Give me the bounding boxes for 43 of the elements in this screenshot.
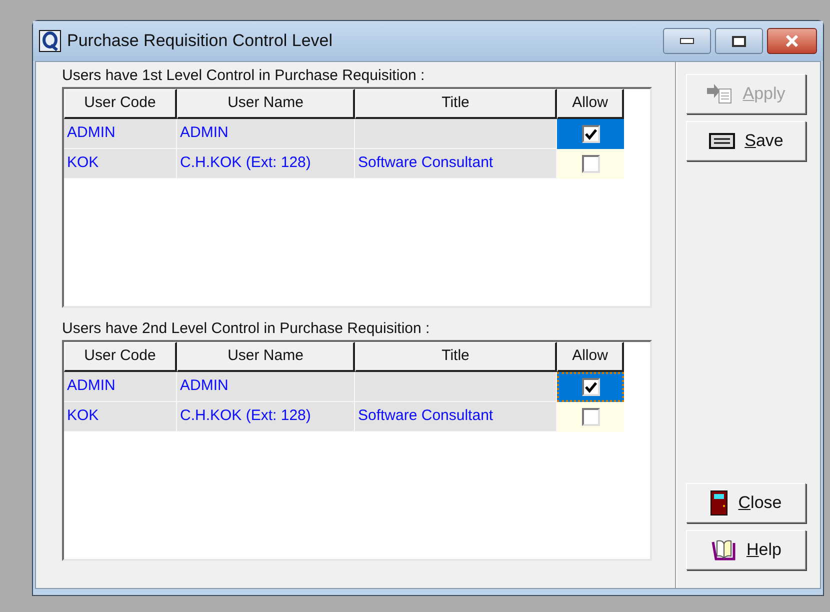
table-cell: ADMIN [64, 119, 177, 149]
save-button[interactable]: Save [686, 121, 806, 161]
checkbox[interactable] [582, 408, 600, 426]
table-cell: ADMIN [177, 119, 355, 149]
close-button[interactable]: Close [686, 483, 806, 523]
checkbox[interactable] [582, 125, 600, 143]
table-cell: ADMIN [64, 372, 177, 402]
app-logo-icon [39, 30, 61, 52]
checkbox[interactable] [582, 155, 600, 173]
book-icon [710, 539, 737, 561]
column-header[interactable]: Title [355, 342, 557, 372]
table-cell: KOK [64, 149, 177, 179]
minimize-button[interactable] [663, 28, 711, 54]
close-icon [785, 35, 799, 47]
allow-cell[interactable] [557, 402, 624, 432]
table-cell: KOK [64, 402, 177, 432]
table-cell: Software Consultant [355, 149, 557, 179]
door-icon [710, 490, 728, 516]
allow-cell[interactable] [557, 372, 624, 402]
maximize-button[interactable] [715, 28, 763, 54]
arrow-document-icon [706, 83, 733, 105]
maximize-icon [732, 36, 746, 46]
column-header[interactable]: User Name [177, 89, 355, 119]
column-header[interactable]: Title [355, 89, 557, 119]
column-header[interactable]: User Code [64, 342, 177, 372]
table-cell: C.H.KOK (Ext: 128) [177, 402, 355, 432]
minimize-icon [680, 38, 694, 44]
column-header[interactable]: User Code [64, 89, 177, 119]
table-cell: Software Consultant [355, 402, 557, 432]
column-header[interactable]: Allow [557, 342, 624, 372]
section-label: Users have 1st Level Control in Purchase Requisition : [62, 66, 426, 86]
table-cell: C.H.KOK (Ext: 128) [177, 149, 355, 179]
column-header[interactable]: User Name [177, 342, 355, 372]
checkbox[interactable] [582, 378, 600, 396]
table-cell: ADMIN [177, 372, 355, 402]
allow-cell[interactable] [557, 119, 624, 149]
column-header[interactable]: Allow [557, 89, 624, 119]
help-button[interactable]: Help [686, 530, 806, 570]
allow-cell[interactable] [557, 149, 624, 179]
section-label: Users have 2nd Level Control in Purchase Requisition : [62, 319, 431, 339]
close-window-button[interactable] [767, 28, 817, 54]
keyboard-icon [708, 133, 735, 149]
window-title: Purchase Requisition Control Level [67, 30, 333, 52]
